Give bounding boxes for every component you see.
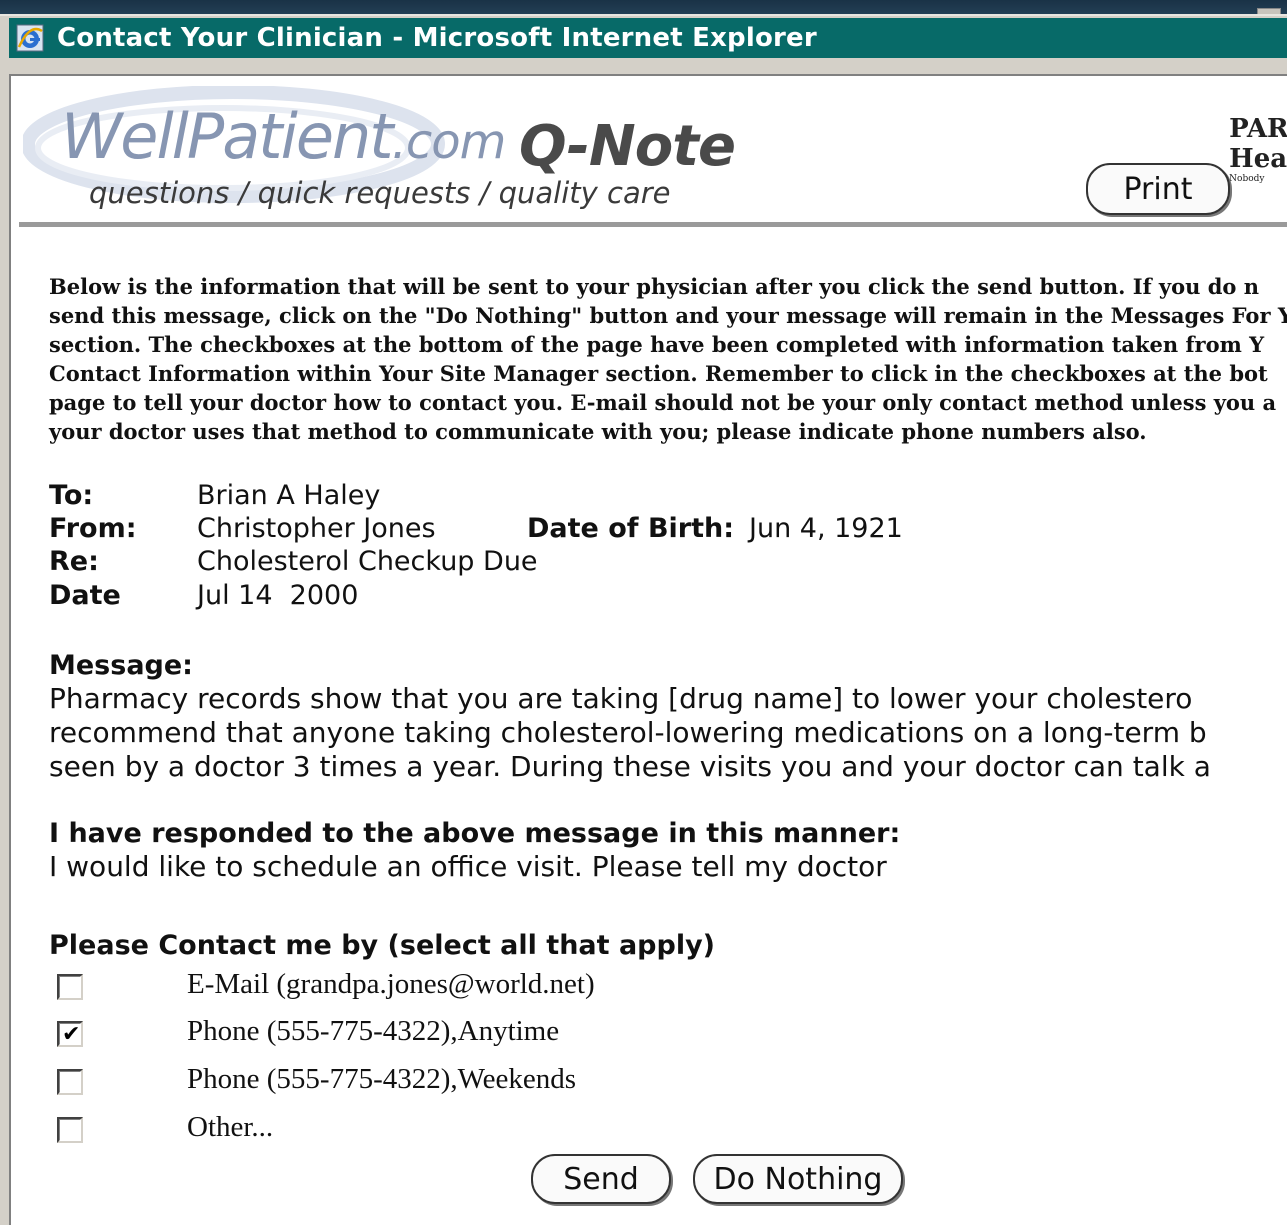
window-titlebar[interactable]: Contact Your Clinician - Microsoft Inter… xyxy=(9,18,1287,58)
product-name: Q-Note xyxy=(519,114,736,179)
from-value: Christopher Jones xyxy=(197,513,436,544)
message-body: Pharmacy records show that you are takin… xyxy=(49,682,1211,783)
wellpatient-logo: WellPatient.com Q-Note questions / quick… xyxy=(21,78,741,218)
dob-value: Jun 4, 1921 xyxy=(749,513,903,544)
checkmark-icon: ✔ xyxy=(62,1022,81,1047)
phone-weekends-option-label: Phone (555-775-4322),Weekends xyxy=(187,1063,577,1095)
do-nothing-button[interactable]: Do Nothing xyxy=(693,1154,903,1204)
dob-label: Date of Birth: xyxy=(527,513,735,544)
phone-anytime-option-label: Phone (555-775-4322),Anytime xyxy=(187,1015,560,1047)
re-value: Cholesterol Checkup Due xyxy=(197,546,538,577)
window-title: Contact Your Clinician - Microsoft Inter… xyxy=(57,23,817,53)
header-divider xyxy=(19,222,1287,227)
intro-instructions: Below is the information that will be se… xyxy=(49,274,1287,444)
from-label: From: xyxy=(49,513,137,544)
partner-logo: PAR Heal Nobody xyxy=(1229,114,1287,184)
message-label: Message: xyxy=(49,650,193,681)
window-left-border xyxy=(0,74,9,1225)
to-label: To: xyxy=(49,480,94,511)
to-value: Brian A Haley xyxy=(197,480,381,511)
response-label: I have responded to the above message in… xyxy=(49,818,901,849)
date-value: Jul 14 2000 xyxy=(197,580,359,611)
internet-explorer-icon xyxy=(16,24,44,52)
date-label: Date xyxy=(49,580,121,611)
email-option-label: E-Mail (grandpa.jones@world.net) xyxy=(187,968,595,1000)
phone-anytime-checkbox[interactable]: ✔ xyxy=(57,1021,83,1047)
phone-weekends-checkbox[interactable] xyxy=(57,1069,83,1095)
response-text: I would like to schedule an office visit… xyxy=(49,850,887,883)
tagline: questions / quick requests / quality car… xyxy=(89,176,671,210)
other-checkbox[interactable] xyxy=(57,1117,83,1143)
contact-label: Please Contact me by (select all that ap… xyxy=(49,930,716,961)
email-checkbox[interactable] xyxy=(57,974,83,1000)
other-option-label: Other... xyxy=(187,1111,274,1143)
page-content: WellPatient.com Q-Note questions / quick… xyxy=(9,74,1287,1225)
desktop-strip xyxy=(0,0,1287,18)
re-label: Re: xyxy=(49,546,99,577)
print-button[interactable]: Print xyxy=(1086,163,1230,215)
brand-name: WellPatient.com xyxy=(61,100,506,173)
send-button[interactable]: Send xyxy=(531,1154,671,1204)
